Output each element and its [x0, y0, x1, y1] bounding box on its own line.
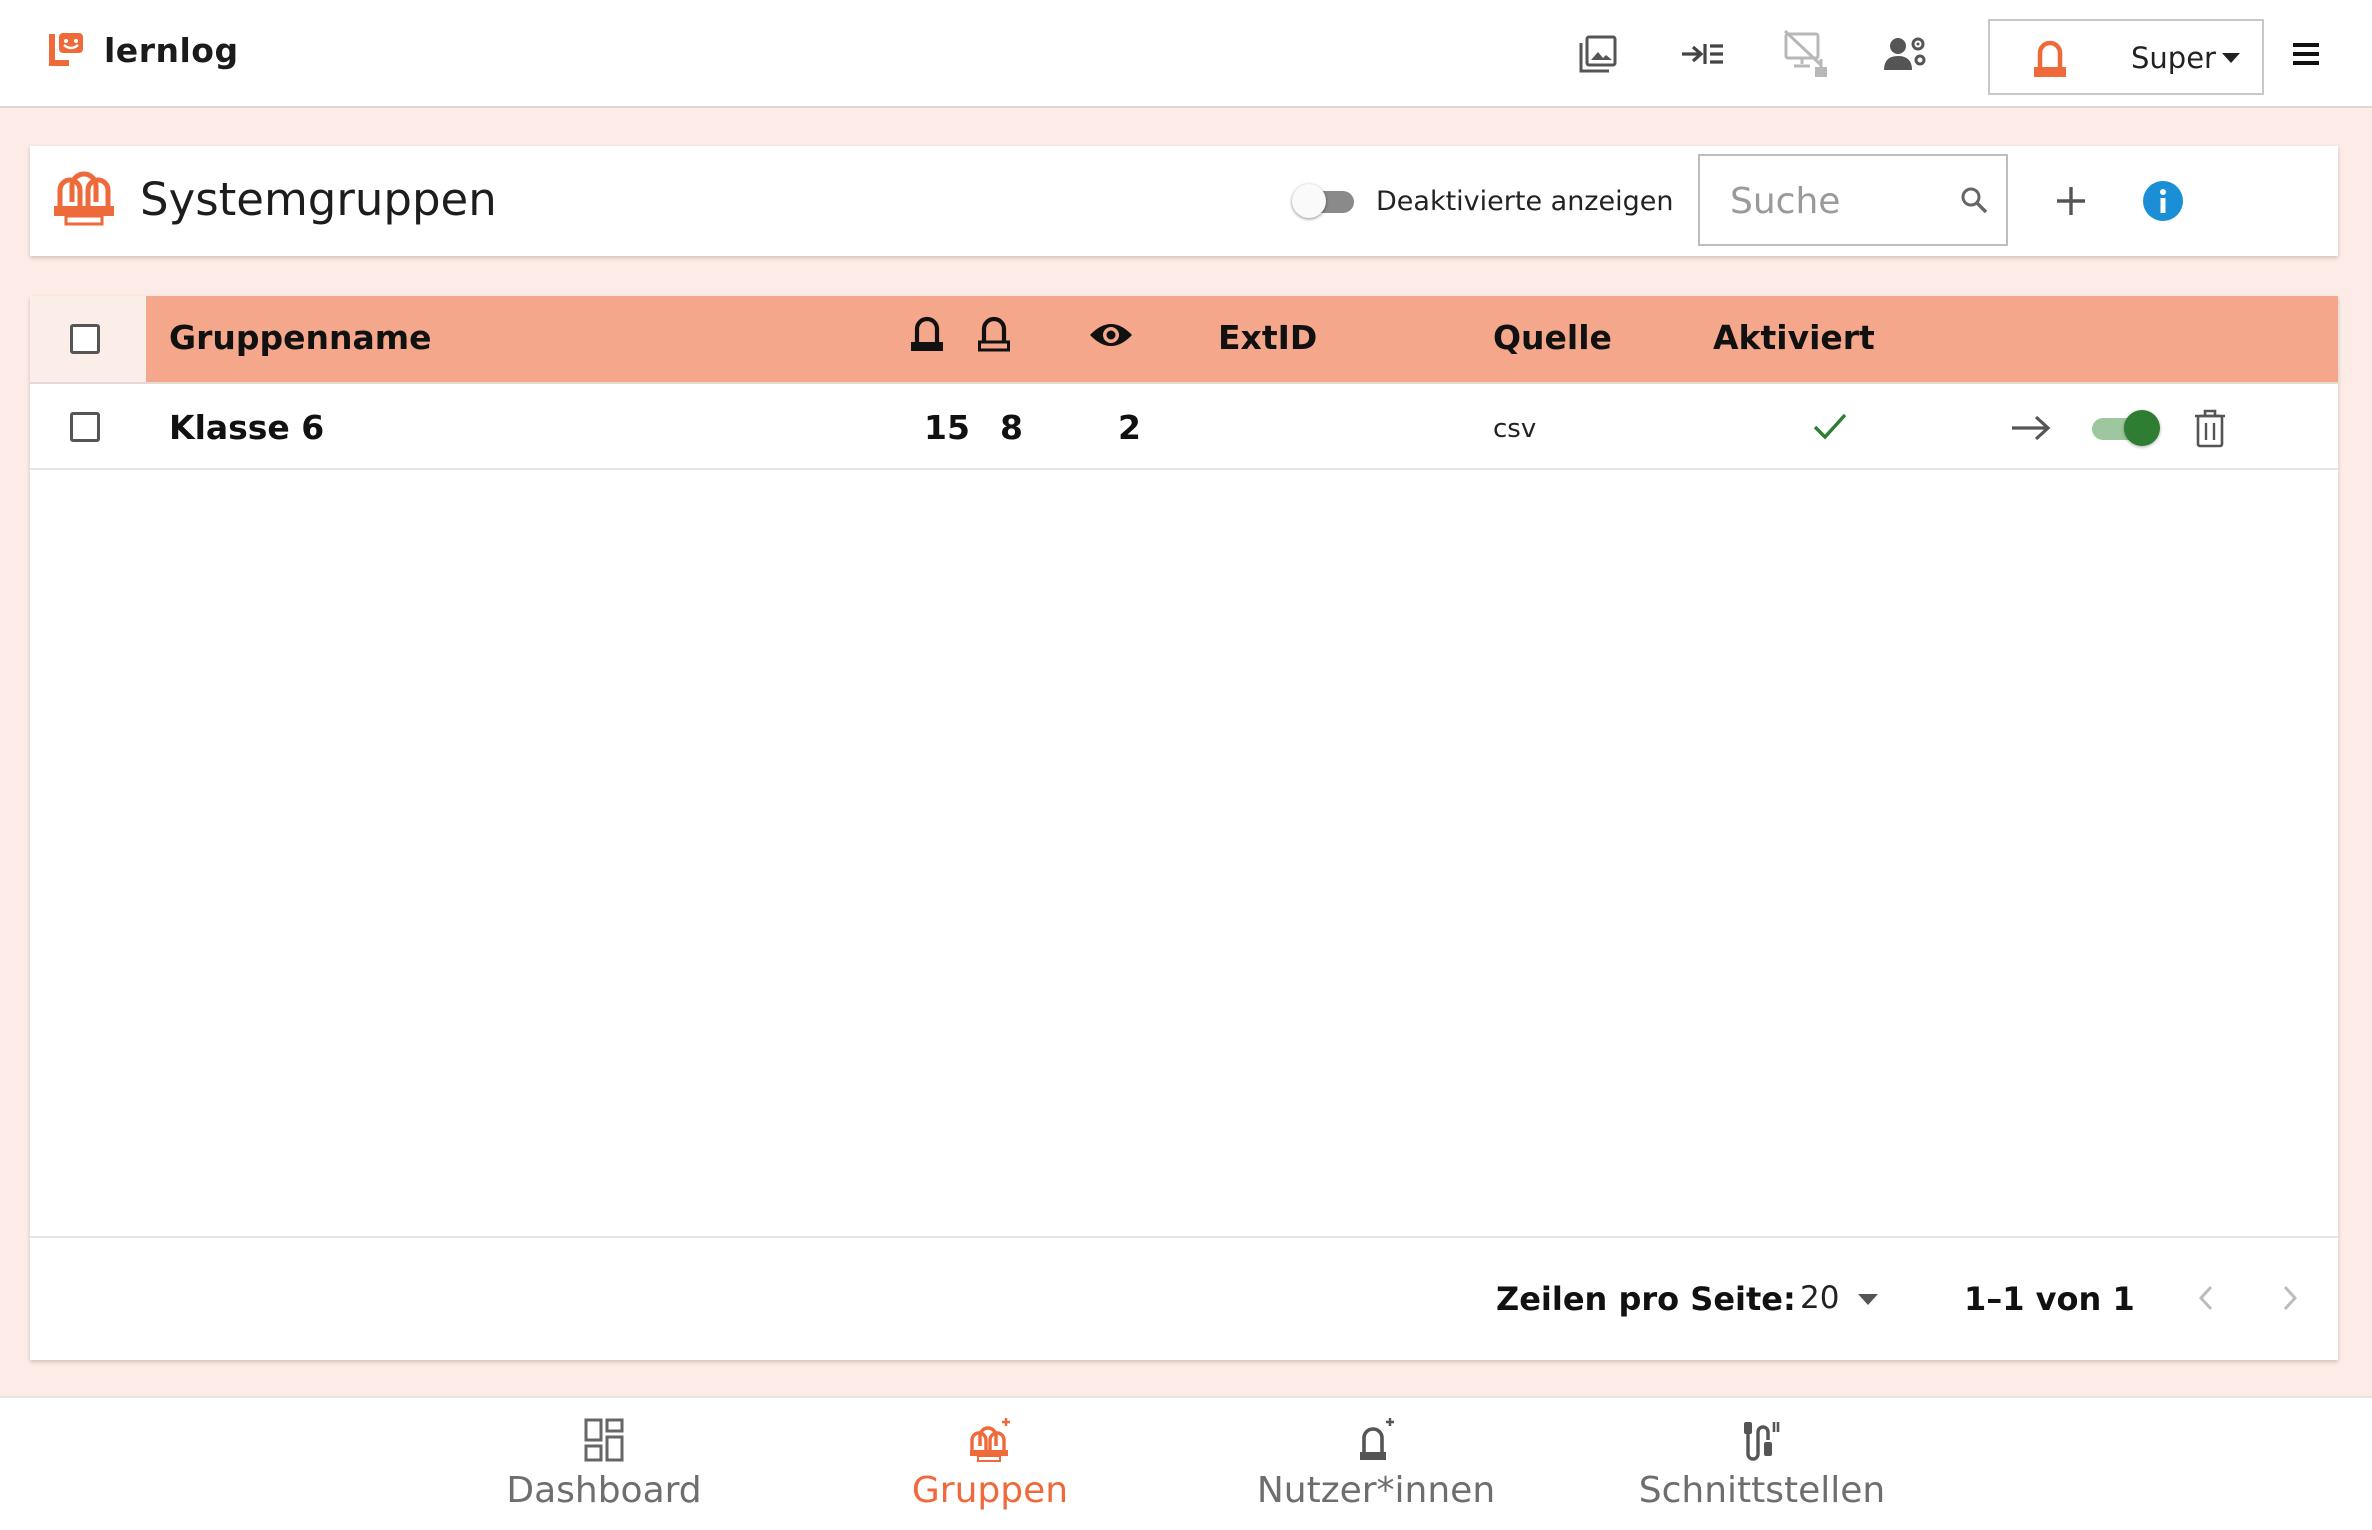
page-range: 1–1 von 1: [1964, 1280, 2135, 1318]
lernlog-logo-icon: [49, 33, 83, 66]
interfaces-icon: [1744, 1422, 1780, 1461]
row-checkbox[interactable]: [70, 412, 100, 442]
login-arrow-icon[interactable]: [1678, 30, 1726, 78]
add-group-button[interactable]: [2046, 176, 2096, 226]
viewer-count: 2: [1118, 408, 1141, 447]
chevron-down-icon: [1858, 1294, 1878, 1305]
chevron-left-icon: [2198, 1285, 2213, 1311]
nav-item-dashboard[interactable]: Dashboard: [454, 1416, 754, 1511]
dashboard-icon: [584, 1418, 624, 1462]
image-library-icon[interactable]: [1574, 30, 1622, 78]
search-icon[interactable]: [1960, 186, 1988, 214]
page-header: Systemgruppen Deaktivierte anzeigen: [30, 146, 2338, 256]
learner-icon[interactable]: [910, 314, 944, 354]
table-row[interactable]: Klasse 6 15 8 2 csv: [30, 384, 2338, 470]
users-icon: [1360, 1418, 1394, 1460]
column-header-extid[interactable]: ExtID: [1218, 318, 1317, 357]
nav-item-users[interactable]: Nutzer*innen: [1226, 1416, 1526, 1511]
select-all-cell: [30, 296, 146, 382]
top-bar: lernlog Super: [0, 0, 2372, 108]
source-value: csv: [1493, 414, 1537, 444]
column-header-name[interactable]: Gruppenname: [169, 318, 432, 357]
groups-icon: [970, 1418, 1010, 1462]
app-logo[interactable]: lernlog: [46, 30, 239, 70]
table-footer: Zeilen pro Seite: 20 1–1 von 1: [30, 1236, 2338, 1360]
info-icon: [2143, 181, 2183, 221]
toggle-label: Deaktivierte anzeigen: [1376, 185, 1674, 217]
nav-label: Schnittstellen: [1638, 1470, 1886, 1511]
hamburger-menu-icon[interactable]: [2282, 30, 2330, 78]
plus-icon: [2057, 187, 2085, 215]
select-all-checkbox[interactable]: [70, 324, 100, 354]
nav-item-interfaces[interactable]: Schnittstellen: [1612, 1416, 1912, 1511]
column-header-active[interactable]: Aktiviert: [1713, 318, 1875, 357]
next-page-button[interactable]: [2270, 1278, 2310, 1318]
previous-page-button[interactable]: [2186, 1278, 2226, 1318]
enabled-toggle[interactable]: [2090, 410, 2160, 446]
info-button[interactable]: [2140, 178, 2186, 224]
chevron-down-icon: [2222, 53, 2240, 63]
rows-per-page-value: 20: [1800, 1280, 1840, 1316]
groups-table: Gruppenname ExtID Quelle Aktiviert Klass…: [30, 296, 2338, 1360]
nav-label: Gruppen: [911, 1470, 1069, 1511]
groups-icon: [54, 171, 114, 226]
rows-per-page-select[interactable]: 20: [1800, 1274, 1910, 1324]
page-title: Systemgruppen: [140, 173, 497, 226]
bottom-navigation: Dashboard Gruppen Nutzer*innen Schnittst…: [0, 1396, 2372, 1530]
eye-icon[interactable]: [1088, 320, 1134, 350]
column-header-source[interactable]: Quelle: [1493, 318, 1612, 357]
nav-label: Nutzer*innen: [1256, 1470, 1496, 1511]
table-header: Gruppenname ExtID Quelle Aktiviert: [30, 296, 2338, 384]
teacher-icon[interactable]: [977, 314, 1011, 354]
arrow-right-icon[interactable]: [2010, 414, 2052, 442]
nav-label: Dashboard: [506, 1470, 702, 1511]
trash-icon[interactable]: [2192, 408, 2228, 448]
teacher-count: 8: [1000, 408, 1023, 447]
nav-item-groups[interactable]: Gruppen: [840, 1416, 1140, 1511]
group-name[interactable]: Klasse 6: [169, 408, 324, 447]
search-field[interactable]: [1698, 154, 2008, 246]
chevron-right-icon: [2283, 1285, 2298, 1311]
rows-per-page-label: Zeilen pro Seite:: [1496, 1280, 1796, 1318]
learner-count: 15: [924, 408, 970, 447]
show-deactivated-toggle[interactable]: Deaktivierte anzeigen: [1292, 184, 1673, 218]
role-label: Super: [2131, 41, 2216, 75]
search-input[interactable]: [1728, 174, 1932, 228]
learner-role-icon: [2034, 40, 2066, 77]
role-select[interactable]: Super: [1988, 19, 2264, 95]
checkmark-icon: [1813, 413, 1847, 440]
user-settings-icon[interactable]: [1882, 30, 1930, 78]
toggle-switch[interactable]: [1292, 184, 1356, 218]
app-name: lernlog: [104, 30, 239, 70]
screen-clean-icon[interactable]: [1782, 29, 1830, 78]
